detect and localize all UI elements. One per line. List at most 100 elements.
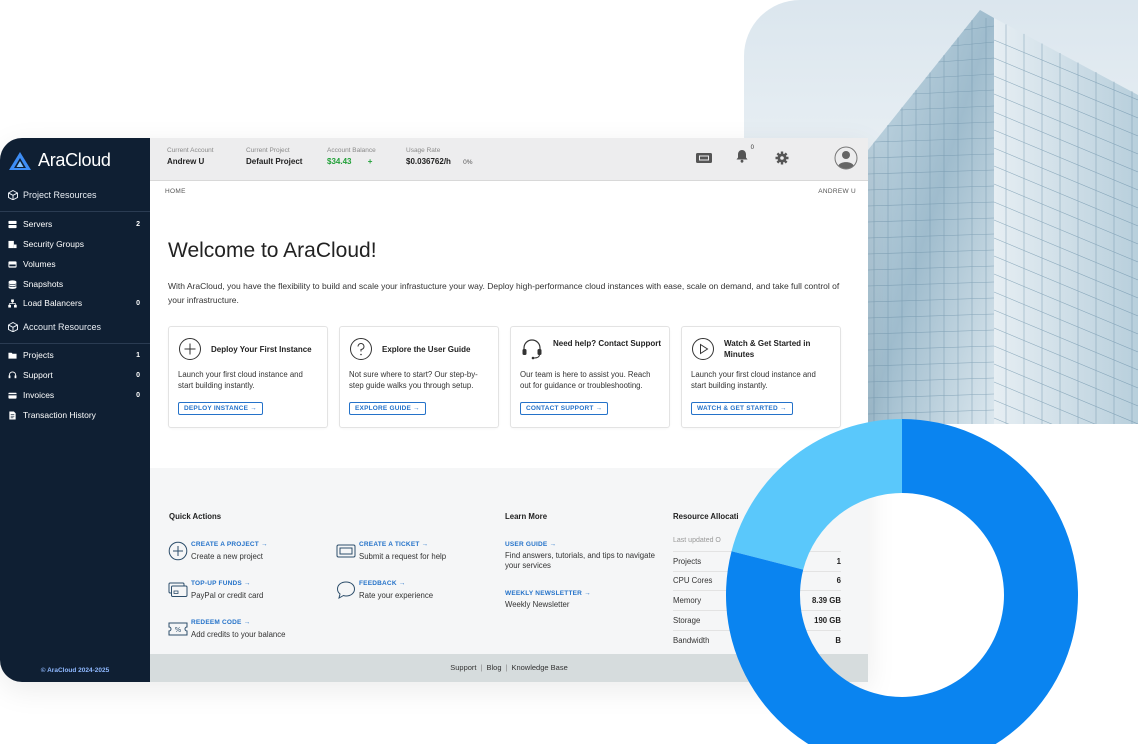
usage-rate-value: $0.036762/h (406, 157, 451, 166)
sidebar-item-projects[interactable]: Projects 1 (0, 346, 150, 364)
sidebar-item-label: Security Groups (23, 239, 84, 249)
sidebar-item-count: 2 (136, 220, 140, 228)
notifications[interactable]: 0 (735, 145, 754, 168)
learn-more-user-guide[interactable]: USER GUIDE → Find answers, tutorials, an… (505, 541, 670, 571)
topbar-actions: 0 (695, 145, 858, 170)
breadcrumb: HOME ANDREW U (150, 181, 868, 206)
quick-action-description: Rate your experience (359, 591, 434, 600)
brand-name: AraCloud (38, 150, 111, 170)
sidebar-item-count: 0 (136, 371, 140, 379)
sidebar-item-load-balancers[interactable]: Load Balancers 0 (0, 294, 150, 312)
logo[interactable]: AraCloud (8, 150, 111, 171)
footer-link-blog[interactable]: Blog (486, 663, 501, 672)
server-icon (8, 220, 17, 228)
quick-actions-heading: Quick Actions (169, 512, 222, 521)
support-icon (8, 371, 17, 378)
card-description: Launch your first cloud instance and sta… (178, 370, 303, 390)
contact-support-button[interactable]: CONTACT SUPPORT → (520, 402, 609, 415)
watch-get-started-button[interactable]: WATCH & GET STARTED → (691, 402, 793, 415)
learn-more-newsletter[interactable]: WEEKLY NEWSLETTER → Weekly Newsletter (505, 590, 670, 610)
footer-link-knowledge-base[interactable]: Knowledge Base (511, 663, 567, 672)
current-account-value: Andrew U (167, 157, 205, 166)
sidebar-section-label: Account Resources (23, 322, 102, 332)
resource-key: Memory (673, 596, 702, 605)
resource-last-updated: Last updated O (673, 537, 721, 544)
quick-action-link[interactable]: REDEEM CODE → (191, 619, 250, 626)
learn-more-link[interactable]: USER GUIDE → (505, 541, 670, 548)
quick-action-description: Add credits to your balance (191, 630, 286, 639)
page-title: Welcome to AraCloud! (168, 239, 377, 262)
deploy-instance-button[interactable]: DEPLOY INSTANCE → (178, 402, 263, 415)
add-funds-button[interactable]: + (368, 157, 373, 166)
sidebar-item-label: Snapshots (23, 279, 64, 289)
quick-action-description: Submit a request for help (359, 552, 447, 561)
sidebar-item-support[interactable]: Support 0 (0, 366, 150, 384)
quick-action-link[interactable]: CREATE A TICKET → (359, 541, 428, 548)
gear-icon[interactable] (775, 151, 789, 165)
sidebar-item-count: 1 (136, 351, 140, 359)
folder-icon (8, 352, 17, 359)
learn-more-description: Find answers, tutorials, and tips to nav… (505, 551, 655, 570)
sidebar-item-volumes[interactable]: Volumes (0, 255, 150, 273)
card-description: Our team is here to assist you. Reach ou… (520, 370, 651, 390)
sidebar-item-label: Projects (23, 350, 54, 360)
current-account-label: Current Account (167, 147, 214, 154)
sidebar-item-count: 0 (136, 391, 140, 399)
card-description: Not sure where to start? Our step-by-ste… (349, 370, 478, 390)
card-title: Explore the User Guide (382, 345, 471, 354)
account-balance-label: Account Balance (327, 147, 376, 154)
sidebar-item-label: Load Balancers (23, 298, 83, 308)
breadcrumb-user[interactable]: ANDREW U (818, 188, 856, 195)
sidebar-item-security-groups[interactable]: Security Groups (0, 235, 150, 253)
headset-icon (522, 339, 542, 360)
question-circle-icon (350, 338, 372, 360)
invoice-icon (8, 392, 17, 399)
svg-text:%: % (175, 626, 182, 634)
quick-action-description: PayPal or credit card (191, 591, 264, 600)
learn-more-heading: Learn More (505, 512, 548, 521)
plus-circle-icon (168, 541, 188, 561)
sidebar-item-servers[interactable]: Servers 2 (0, 215, 150, 233)
donut-segment-light (731, 419, 902, 570)
plus-circle-icon (179, 338, 201, 360)
current-project[interactable]: Current Project Default Project (246, 147, 302, 166)
sidebar-section-project-resources[interactable]: Project Resources (0, 190, 150, 200)
sidebar-item-transaction-history[interactable]: Transaction History (0, 406, 150, 424)
sidebar-item-snapshots[interactable]: Snapshots (0, 275, 150, 293)
sidebar-item-label: Transaction History (23, 410, 96, 420)
resource-key: Bandwidth (673, 636, 710, 645)
wallet-icon (168, 582, 188, 597)
breadcrumb-home[interactable]: HOME (165, 188, 186, 195)
card-contact-support: Need help? Contact Support Our team is h… (510, 326, 670, 428)
footer-link-support[interactable]: Support (450, 663, 476, 672)
learn-more-link[interactable]: WEEKLY NEWSLETTER → (505, 590, 670, 597)
usage-rate-label: Usage Rate (406, 147, 441, 154)
avatar[interactable] (834, 146, 858, 170)
card-user-guide: Explore the User Guide Not sure where to… (339, 326, 499, 428)
notification-count: 0 (750, 144, 754, 151)
card-deploy-instance: Deploy Your First Instance Launch your f… (168, 326, 328, 428)
quick-action-link[interactable]: CREATE A PROJECT → (191, 541, 268, 548)
sidebar: AraCloud Project Resources Servers 2 Sec… (0, 138, 150, 682)
bell-icon (736, 149, 748, 163)
resource-key: CPU Cores (673, 576, 713, 585)
quick-action-link[interactable]: FEEDBACK → (359, 580, 405, 587)
sidebar-section-label: Project Resources (23, 190, 97, 200)
usage-rate-row: $0.036762/h 0% (406, 157, 473, 166)
sidebar-divider (0, 211, 150, 212)
current-account[interactable]: Current Account Andrew U (167, 147, 214, 166)
usage-rate: Usage Rate $0.036762/h 0% (406, 147, 473, 166)
footer-separator: | (480, 663, 483, 672)
coupon-icon: % (168, 622, 188, 636)
quick-action-link[interactable]: TOP-UP FUNDS → (191, 580, 251, 587)
sidebar-section-account-resources[interactable]: Account Resources (0, 322, 150, 332)
sidebar-item-invoices[interactable]: Invoices 0 (0, 386, 150, 404)
donut-graphic (726, 419, 1078, 744)
sidebar-divider (0, 343, 150, 344)
cube-icon (8, 190, 18, 200)
explore-guide-button[interactable]: EXPLORE GUIDE → (349, 402, 426, 415)
card-title: Deploy Your First Instance (211, 345, 312, 354)
topbar: Current Account Andrew U Current Project… (150, 138, 868, 181)
ticket-icon[interactable] (695, 151, 713, 165)
card-title: Need help? Contact Support (553, 339, 661, 348)
